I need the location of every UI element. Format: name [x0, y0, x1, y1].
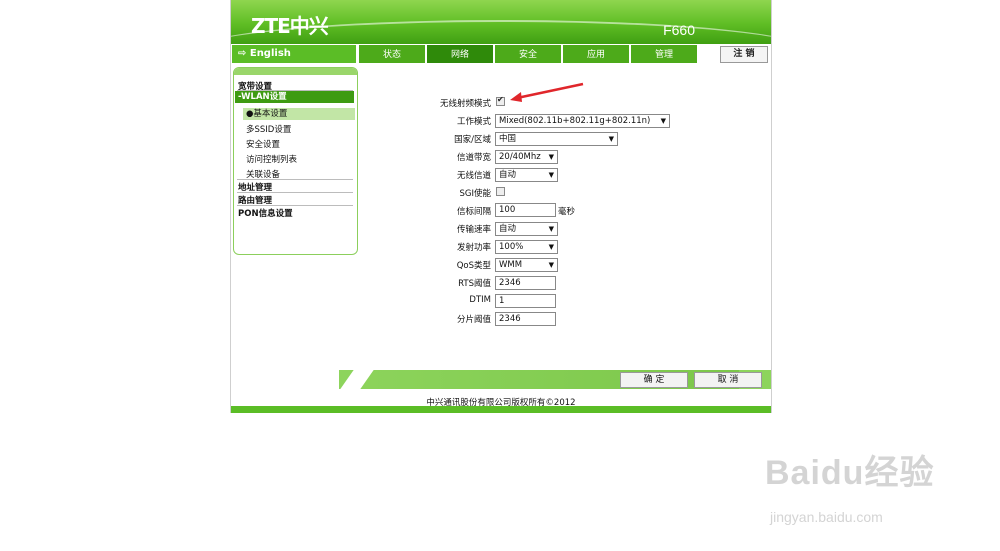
channel-select[interactable]: 自动 ▼ — [495, 168, 558, 182]
top-nav: ⇨ English 状态 网络 安全 应用 管理 注 销 — [231, 44, 771, 64]
arrow-shaft — [516, 82, 584, 100]
sgi-label: SGI使能 — [459, 189, 492, 199]
sidebar-subitem-security[interactable]: 安全设置 — [246, 138, 280, 150]
beacon-unit: 毫秒 — [558, 207, 576, 217]
beacon-label: 信标间隔 — [456, 207, 491, 217]
divider — [237, 192, 353, 193]
model-name: F660 — [663, 22, 695, 38]
mode-label: 工作模式 — [456, 117, 491, 127]
cancel-button[interactable]: 取 消 — [694, 372, 762, 388]
rate-label: 传输速率 — [456, 225, 491, 235]
power-label: 发射功率 — [456, 243, 491, 253]
bottom-bar — [231, 406, 771, 413]
radio-enable-checkbox[interactable] — [496, 95, 505, 106]
rate-value: 自动 — [499, 224, 517, 234]
bandwidth-select[interactable]: 20/40Mhz ▼ — [495, 150, 558, 164]
dropdown-arrow-icon: ▼ — [660, 117, 666, 125]
red-arrow-annotation-icon — [510, 82, 584, 102]
power-value: 100% — [499, 242, 524, 252]
channel-value: 自动 — [499, 170, 517, 180]
country-select[interactable]: 中国 ▼ — [495, 132, 618, 146]
radio-enable-label: 无线射频模式 — [439, 99, 491, 109]
dtim-input[interactable]: 1 — [495, 294, 556, 308]
dtim-label: DTIM — [469, 295, 491, 305]
watermark-url: jingyan.baidu.com — [770, 509, 883, 525]
dropdown-arrow-icon: ▼ — [548, 171, 554, 179]
language-switch-english[interactable]: ⇨ English — [232, 45, 356, 63]
frag-label: 分片阈值 — [456, 315, 491, 325]
sidebar-item-wlan[interactable]: -WLAN设置 — [235, 91, 354, 103]
tab-security[interactable]: 安全 — [495, 45, 561, 63]
divider — [237, 179, 353, 180]
sidebar-item-pon[interactable]: PON信息设置 — [238, 207, 293, 219]
dropdown-arrow-icon: ▼ — [608, 135, 614, 143]
dropdown-arrow-icon: ▼ — [548, 225, 554, 233]
sidebar-top-bar — [234, 68, 357, 75]
header-banner: ZTE中兴 F660 — [231, 0, 771, 44]
power-select[interactable]: 100% ▼ — [495, 240, 558, 254]
rts-input[interactable]: 2346 — [495, 276, 556, 290]
zte-logo: ZTE中兴 — [251, 14, 329, 38]
channel-label: 无线信道 — [456, 171, 491, 181]
bandwidth-label: 信道带宽 — [456, 153, 491, 163]
qos-label: QoS类型 — [456, 261, 491, 271]
arrow-head — [510, 92, 522, 102]
sidebar-subitem-acl[interactable]: 访问控制列表 — [246, 153, 297, 165]
country-label: 国家/区域 — [454, 135, 491, 145]
dropdown-arrow-icon: ▼ — [548, 261, 554, 269]
dropdown-arrow-icon: ▼ — [548, 243, 554, 251]
country-value: 中国 — [499, 134, 517, 144]
tab-management[interactable]: 管理 — [631, 45, 697, 63]
tab-status[interactable]: 状态 — [359, 45, 425, 63]
rts-label: RTS阈值 — [458, 279, 491, 289]
qos-select[interactable]: WMM ▼ — [495, 258, 558, 272]
baidu-watermark: Baidu经验 jingyan.baidu.com — [765, 445, 935, 525]
qos-value: WMM — [499, 260, 523, 270]
frag-input[interactable]: 2346 — [495, 312, 556, 326]
bandwidth-value: 20/40Mhz — [499, 152, 541, 162]
dropdown-arrow-icon: ▼ — [548, 153, 554, 161]
rate-select[interactable]: 自动 ▼ — [495, 222, 558, 236]
divider — [237, 205, 353, 206]
mode-value: Mixed(802.11b+802.11g+802.11n) — [499, 116, 651, 126]
tab-network[interactable]: 网络 — [427, 45, 493, 63]
watermark-brand: Baidu经验 — [765, 454, 935, 492]
sidebar-subitem-basic[interactable]: ●基本设置 — [243, 108, 355, 120]
router-admin-frame: ZTE中兴 F660 ⇨ English 状态 网络 安全 应用 管理 注 销 … — [230, 0, 772, 413]
sidebar-subitem-multi-ssid[interactable]: 多SSID设置 — [246, 123, 291, 135]
beacon-input[interactable]: 100 — [495, 203, 556, 217]
tab-application[interactable]: 应用 — [563, 45, 629, 63]
sidebar: 宽带设置 -WLAN设置 ●基本设置 多SSID设置 安全设置 访问控制列表 关… — [233, 67, 358, 255]
sgi-checkbox[interactable] — [496, 187, 505, 196]
confirm-button[interactable]: 确 定 — [620, 372, 688, 388]
mode-select[interactable]: Mixed(802.11b+802.11g+802.11n) ▼ — [495, 114, 670, 128]
logout-button[interactable]: 注 销 — [720, 46, 768, 63]
